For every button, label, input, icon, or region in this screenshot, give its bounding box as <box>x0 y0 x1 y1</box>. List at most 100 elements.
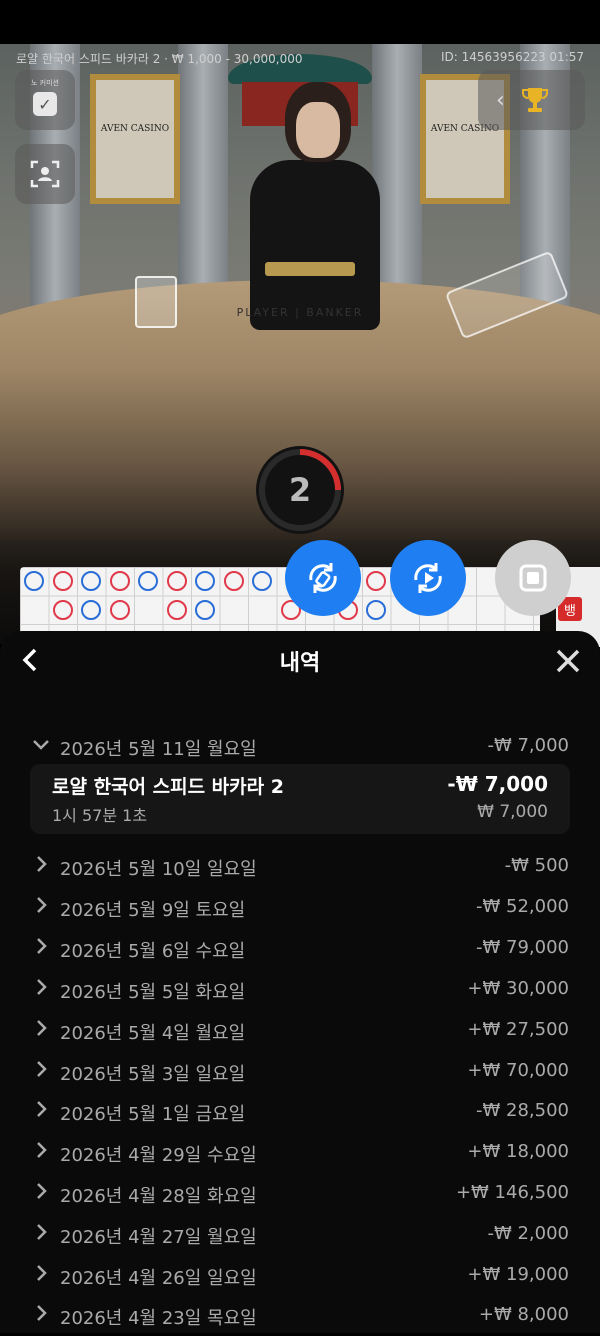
history-day-row[interactable]: 2026년 4월 27일 월요일 -₩ 2,000 <box>0 1215 600 1255</box>
chevron-right-icon <box>32 1304 50 1327</box>
game-name: 로얄 한국어 스피드 바카라 2 <box>52 776 284 798</box>
play-refresh-icon <box>414 563 442 593</box>
close-button[interactable] <box>554 641 582 689</box>
trophy-icon <box>521 88 548 112</box>
day-date: 2026년 5월 6일 수요일 <box>60 941 246 962</box>
road-mark <box>167 571 187 591</box>
swap-icon <box>309 563 337 593</box>
game-result: -₩ 7,000 <box>447 772 548 796</box>
pillar-left-2 <box>178 44 228 314</box>
chevron-right-icon <box>32 1264 50 1287</box>
road-mark <box>53 571 73 591</box>
chevron-right-icon <box>32 1060 50 1083</box>
road-mark <box>110 571 130 591</box>
stop-button[interactable] <box>495 540 571 616</box>
game-time: 1시 57분 1초 <box>52 806 148 825</box>
history-day-row[interactable]: 2026년 4월 26일 일요일 +₩ 19,000 <box>0 1256 600 1296</box>
status-bar <box>0 0 600 44</box>
history-day-row[interactable]: 2026년 5월 6일 수요일 -₩ 79,000 <box>0 929 600 969</box>
day-amount: +₩ 146,500 <box>455 1182 569 1203</box>
dealer-belt <box>265 262 355 276</box>
history-day-row[interactable]: 2026년 4월 29일 수요일 +₩ 18,000 <box>0 1133 600 1173</box>
day-amount: +₩ 30,000 <box>467 978 569 999</box>
day-amount: +₩ 19,000 <box>467 1264 569 1285</box>
timer-value: 2 <box>288 471 312 509</box>
road-mark <box>53 600 73 620</box>
road-mark <box>252 571 272 591</box>
leaderboard-button[interactable]: ‹ <box>478 70 585 130</box>
checkbox-icon: ✓ <box>33 92 57 116</box>
road-mark <box>81 571 101 591</box>
history-sheet: 내역 2026년 5월 11일 월요일 -₩ 7,000 로얄 한국어 스피드 … <box>0 631 600 1333</box>
day-amount: +₩ 70,000 <box>467 1060 569 1081</box>
road-mark <box>366 571 386 591</box>
day-total: -₩ 7,000 <box>487 735 569 756</box>
history-header: 내역 <box>0 631 600 691</box>
chevron-right-icon <box>32 1141 50 1164</box>
history-day-row[interactable]: 2026년 5월 1일 금요일 -₩ 28,500 <box>0 1092 600 1132</box>
chevron-left-icon: ‹ <box>496 87 505 113</box>
history-day-row[interactable]: 2026년 5월 4일 월요일 +₩ 27,500 <box>0 1011 600 1051</box>
chevron-right-icon <box>32 1100 50 1123</box>
no-commission-label: 노 커미션 <box>31 79 59 87</box>
road-mark <box>366 600 386 620</box>
history-day-expanded[interactable]: 2026년 5월 11일 월요일 -₩ 7,000 <box>0 727 600 767</box>
game-record[interactable]: 로얄 한국어 스피드 바카라 2 -₩ 7,000 1시 57분 1초 ₩ 7,… <box>30 764 570 834</box>
dealer <box>250 82 380 342</box>
day-date: 2026년 5월 10일 일요일 <box>60 859 257 880</box>
day-date: 2026년 4월 26일 일요일 <box>60 1268 257 1289</box>
discard-holder <box>135 276 177 328</box>
close-icon <box>556 649 580 673</box>
casino-logo-left: AVEN CASINO <box>90 74 180 204</box>
history-day-row[interactable]: 2026년 4월 23일 목요일 +₩ 8,000 <box>0 1296 600 1336</box>
chevron-down-icon <box>32 735 50 758</box>
day-date: 2026년 4월 23일 목요일 <box>60 1308 257 1329</box>
day-date: 2026년 5월 4일 월요일 <box>60 1023 246 1044</box>
chevron-right-icon <box>32 937 50 960</box>
day-date: 2026년 5월 5일 화요일 <box>60 982 246 1003</box>
day-date: 2026년 5월 9일 토요일 <box>60 900 246 921</box>
road-mark <box>138 571 158 591</box>
swap-table-button[interactable] <box>285 540 361 616</box>
video-frame-button[interactable] <box>15 144 75 204</box>
road-mark <box>24 571 44 591</box>
road-mark <box>110 600 130 620</box>
day-date: 2026년 5월 1일 금요일 <box>60 1104 246 1125</box>
chevron-right-icon <box>32 978 50 1001</box>
chevron-right-icon <box>32 896 50 919</box>
day-amount: -₩ 28,500 <box>476 1100 569 1121</box>
history-day-row[interactable]: 2026년 5월 5일 화요일 +₩ 30,000 <box>0 970 600 1010</box>
history-day-row[interactable]: 2026년 4월 28일 화요일 +₩ 146,500 <box>0 1174 600 1214</box>
no-commission-toggle[interactable]: 노 커미션 ✓ <box>15 70 75 130</box>
day-amount: +₩ 27,500 <box>467 1019 569 1040</box>
chevron-right-icon <box>32 1182 50 1205</box>
round-id: ID: 14563956223 01:57 <box>440 50 584 64</box>
road-mark <box>195 600 215 620</box>
road-mark <box>195 571 215 591</box>
day-date: 2026년 4월 28일 화요일 <box>60 1186 257 1207</box>
day-amount: -₩ 52,000 <box>476 896 569 917</box>
day-amount: -₩ 2,000 <box>487 1223 569 1244</box>
history-day-row[interactable]: 2026년 5월 9일 토요일 -₩ 52,000 <box>0 888 600 928</box>
day-date: 2026년 5월 11일 월요일 <box>60 739 257 760</box>
history-day-row[interactable]: 2026년 5월 3일 일요일 +₩ 70,000 <box>0 1052 600 1092</box>
chevron-right-icon <box>32 1223 50 1246</box>
page-title: 내역 <box>279 651 321 676</box>
day-amount: +₩ 18,000 <box>467 1141 569 1162</box>
road-mark <box>224 571 244 591</box>
stop-icon <box>519 564 547 592</box>
user-frame-icon <box>30 160 60 188</box>
chevron-right-icon <box>32 855 50 878</box>
day-amount: -₩ 500 <box>504 855 569 876</box>
day-amount: +₩ 8,000 <box>478 1304 569 1325</box>
day-amount: -₩ 79,000 <box>476 937 569 958</box>
road-mark <box>81 600 101 620</box>
game-bet: ₩ 7,000 <box>477 802 548 822</box>
road-mark <box>167 600 187 620</box>
autoplay-button[interactable] <box>390 540 466 616</box>
day-date: 2026년 4월 29일 수요일 <box>60 1145 257 1166</box>
history-day-row[interactable]: 2026년 5월 10일 일요일 -₩ 500 <box>0 847 600 887</box>
day-date: 2026년 4월 27일 월요일 <box>60 1227 257 1248</box>
table-label: PLAYER | BANKER <box>236 306 364 319</box>
table-info: 로얄 한국어 스피드 바카라 2 · ₩ 1,000 - 30,000,000 <box>16 52 303 66</box>
